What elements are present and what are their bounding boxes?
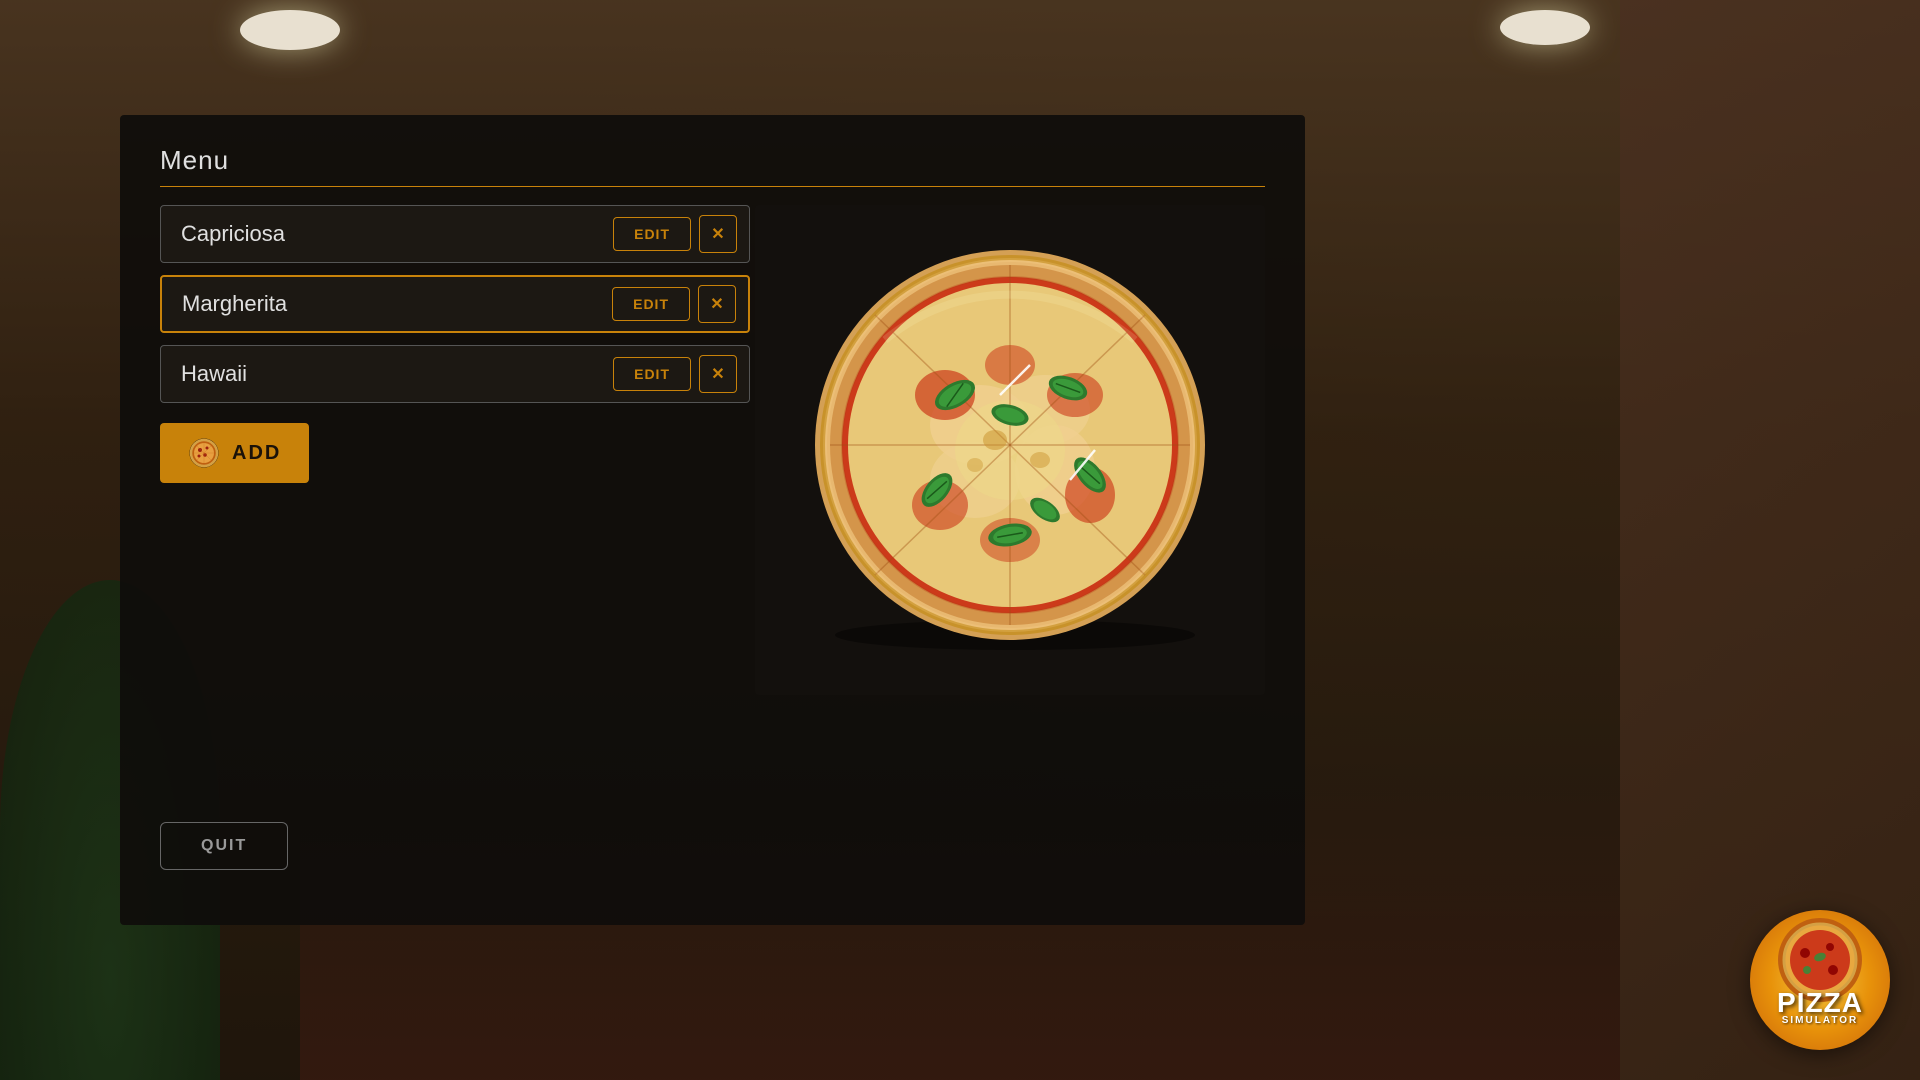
x-icon-margherita: ✕: [710, 294, 723, 314]
pizza-add-icon: [188, 437, 220, 469]
edit-button-hawaii[interactable]: EDIT: [613, 357, 691, 391]
ceiling-lamp-left: [240, 10, 340, 50]
x-icon-hawaii: ✕: [711, 364, 724, 384]
menu-item-actions-capriciosa: EDIT ✕: [613, 215, 749, 253]
modal-title: Menu: [160, 145, 1265, 176]
menu-item-actions-hawaii: EDIT ✕: [613, 355, 749, 393]
edit-button-capriciosa[interactable]: EDIT: [613, 217, 691, 251]
menu-item-name-capriciosa: Capriciosa: [161, 221, 613, 247]
pizza-image: [800, 240, 1220, 660]
menu-item-hawaii[interactable]: Hawaii EDIT ✕: [160, 345, 750, 403]
menu-item-actions-margherita: EDIT ✕: [612, 285, 748, 323]
pizza-preview-panel: [755, 205, 1265, 695]
logo-circle: PIZZA SIMULATOR: [1750, 910, 1890, 1050]
edit-button-margherita[interactable]: EDIT: [612, 287, 690, 321]
logo-text-simulator: SIMULATOR: [1782, 1015, 1859, 1026]
menu-item-margherita[interactable]: Margherita EDIT ✕: [160, 275, 750, 333]
delete-button-margherita[interactable]: ✕: [698, 285, 736, 323]
delete-button-capriciosa[interactable]: ✕: [699, 215, 737, 253]
menu-item-capriciosa[interactable]: Capriciosa EDIT ✕: [160, 205, 750, 263]
title-divider: [160, 186, 1265, 187]
menu-item-name-hawaii: Hawaii: [161, 361, 613, 387]
add-button-label: ADD: [232, 442, 281, 465]
x-icon-capriciosa: ✕: [711, 224, 724, 244]
quit-button[interactable]: QUIT: [160, 822, 288, 870]
modal-header: Menu: [160, 145, 1265, 187]
ceiling-lamp-right: [1500, 10, 1590, 45]
menu-list: Capriciosa EDIT ✕ Margherita EDIT ✕ Hawa…: [160, 205, 750, 483]
main-modal: Menu Capriciosa EDIT ✕ Margherita EDIT ✕: [120, 115, 1305, 925]
delete-button-hawaii[interactable]: ✕: [699, 355, 737, 393]
pizza-simulator-logo: PIZZA SIMULATOR: [1750, 910, 1890, 1050]
menu-item-name-margherita: Margherita: [162, 291, 612, 317]
add-pizza-button[interactable]: ADD: [160, 423, 309, 483]
